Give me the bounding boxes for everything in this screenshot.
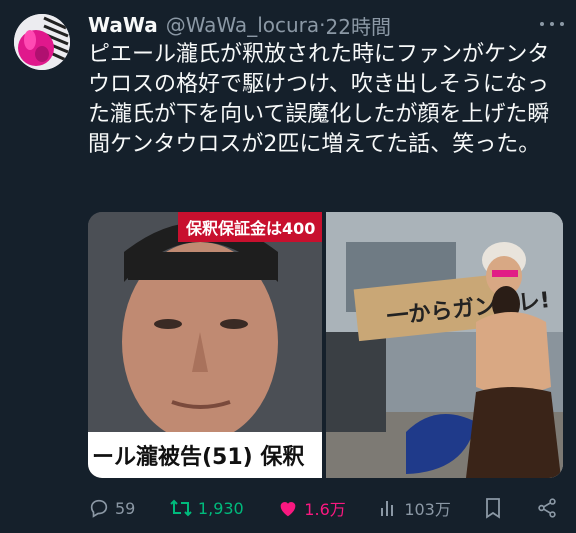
centaur-costume-photo: 一からガンバレ! — [326, 212, 563, 478]
share-button[interactable] — [536, 497, 558, 519]
tweet-header: WaWa @WaWa_locura · 22時間 — [88, 10, 576, 40]
news-banner: 保釈保証金は400 — [178, 212, 322, 242]
author-name[interactable]: WaWa — [88, 13, 158, 37]
more-options-icon[interactable] — [540, 14, 564, 34]
reply-count: 59 — [115, 498, 136, 518]
avatar-image — [14, 14, 70, 70]
media-photo-right[interactable]: 一からガンバレ! — [326, 212, 563, 478]
share-icon — [538, 498, 556, 518]
news-caption: ール瀧被告(51) 保釈 — [88, 432, 322, 478]
media-photo-left[interactable]: 保釈保証金は400 ール瀧被告(51) 保釈 — [88, 212, 322, 478]
repost-icon — [170, 499, 192, 517]
views-chart-icon — [381, 501, 394, 516]
avatar[interactable] — [14, 14, 70, 70]
tweet-text: ピエール瀧氏が釈放された時にファンがケンタウロスの格好で駆けつけ、吹き出しそうに… — [88, 42, 550, 157]
repost-count: 1,930 — [197, 498, 244, 518]
action-bar: 59 1,930 1.6万 103万 — [88, 493, 558, 523]
views-button[interactable]: 103万 — [379, 496, 451, 520]
heart-icon — [280, 502, 296, 517]
views-count: 103万 — [404, 500, 451, 519]
media-grid: 保釈保証金は400 ール瀧被告(51) 保釈 一からガンバレ! — [88, 212, 563, 478]
author-handle[interactable]: @WaWa_locura — [166, 13, 319, 37]
timestamp[interactable]: 22時間 — [326, 11, 391, 40]
like-button[interactable]: 1.6万 — [277, 496, 346, 520]
bookmark-icon — [486, 498, 501, 519]
like-count: 1.6万 — [304, 500, 346, 519]
reply-button[interactable]: 59 — [88, 497, 135, 519]
reply-icon — [90, 499, 108, 518]
bookmark-button[interactable] — [484, 497, 502, 519]
repost-button[interactable]: 1,930 — [169, 497, 244, 519]
